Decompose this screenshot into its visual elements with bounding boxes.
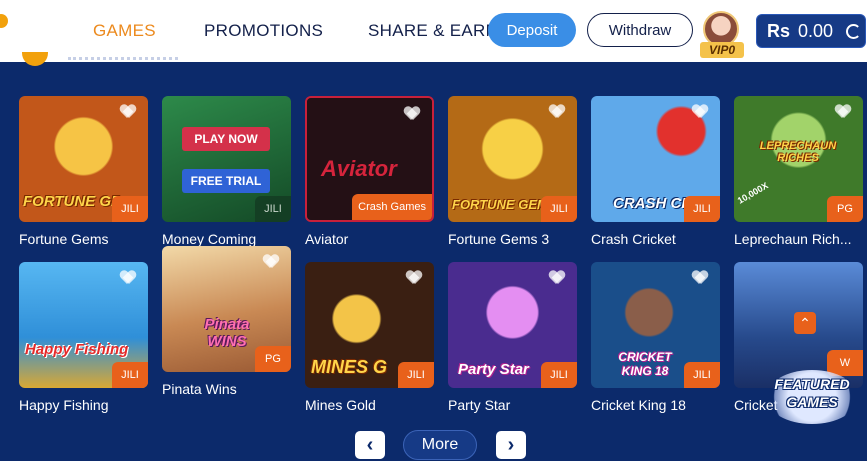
provider-tag: JILI [255,196,291,222]
game-art-title: CRICKET KING 18 [618,350,672,378]
play-now-button[interactable]: PLAY NOW [182,127,270,151]
game-card-fortune-gems-3[interactable]: FORTUNE GEMS JILI [448,96,577,222]
game-card-aviator[interactable]: Aviator Crash Games [305,96,434,222]
provider-tag: PG [255,346,291,372]
more-button[interactable]: More [403,430,477,460]
favorite-heart-icon[interactable] [835,105,851,119]
game-art-title: FORTUNE GE [23,193,122,210]
balance-display[interactable]: Rs 0.00 [756,14,866,48]
game-name[interactable]: Leprechaun Rich... [734,231,852,247]
balance-amount: 0.00 [798,20,834,41]
favorite-heart-icon[interactable] [549,271,565,285]
favorite-heart-icon[interactable] [263,255,279,269]
game-card-money-coming[interactable]: PLAY NOW FREE TRIAL JILI [162,96,291,222]
game-name[interactable]: Fortune Gems 3 [448,231,549,247]
game-name[interactable]: Crash Cricket [591,231,676,247]
favorite-heart-icon[interactable] [120,105,136,119]
provider-tag: Crash Games [352,194,432,220]
provider-tag: JILI [684,362,720,388]
refresh-icon[interactable] [846,24,861,39]
provider-tag: PG [827,196,863,222]
game-art-title: MINES G [311,357,388,377]
nav-tab-share-earn[interactable]: SHARE & EARN [368,21,498,41]
featured-badge-line2: GAMES [786,394,838,410]
provider-tag: JILI [541,362,577,388]
game-name[interactable]: Money Coming [162,231,256,247]
free-trial-button[interactable]: FREE TRIAL [182,169,270,193]
game-name[interactable]: Fortune Gems [19,231,108,247]
favorite-heart-icon[interactable] [404,107,420,121]
provider-tag: JILI [112,362,148,388]
game-art-title: Pinata WINS [204,316,250,350]
scroll-top-icon[interactable]: ⌃ [794,312,816,334]
game-card-party-star[interactable]: Party Star JILI [448,262,577,388]
game-art-title: Happy Fishing [25,341,129,358]
game-card-leprechaun-riches[interactable]: LEPRECHAUN RICHES 10,000X PG [734,96,863,222]
game-name[interactable]: Party Star [448,397,510,413]
provider-tag: JILI [398,362,434,388]
section-title [68,54,178,60]
game-card-mines-gold[interactable]: MINES G JILI [305,262,434,388]
nav-tab-promotions[interactable]: PROMOTIONS [204,21,323,41]
game-name[interactable]: Aviator [305,231,348,247]
game-name[interactable]: Mines Gold [305,397,376,413]
game-art-title: Party Star [458,361,529,378]
featured-badge-line1: FEATURED [774,376,850,392]
balance-currency: Rs [767,20,791,41]
provider-tag: JILI [112,196,148,222]
section-header [0,62,867,88]
favorite-heart-icon[interactable] [692,105,708,119]
game-name[interactable]: Cricket King 18 [591,397,686,413]
prev-page-button[interactable]: ‹ [355,431,385,459]
favorite-heart-icon[interactable] [692,271,708,285]
favorite-heart-icon[interactable] [406,271,422,285]
game-card-happy-fishing[interactable]: Happy Fishing JILI [19,262,148,388]
game-card-cricket-king-18[interactable]: CRICKET KING 18 JILI [591,262,720,388]
game-card-pinata-wins[interactable]: Pinata WINS PG [162,246,291,372]
favorite-heart-icon[interactable] [120,271,136,285]
game-name[interactable]: Pinata Wins [162,381,237,397]
provider-tag: JILI [684,196,720,222]
deposit-button[interactable]: Deposit [488,13,576,47]
vip-badge: VIP0 [700,42,744,58]
withdraw-button[interactable]: Withdraw [587,13,693,47]
favorite-heart-icon[interactable] [549,105,565,119]
logo-icon[interactable] [0,14,8,28]
game-card-crash-cricket[interactable]: CRASH CRICK JILI [591,96,720,222]
game-art-title: Aviator [321,156,397,181]
provider-tag: JILI [541,196,577,222]
next-page-button[interactable]: › [496,431,526,459]
game-card-fortune-gems[interactable]: FORTUNE GE JILI [19,96,148,222]
featured-games-badge[interactable]: FEATURED GAMES [766,370,858,424]
game-name[interactable]: Happy Fishing [19,397,109,413]
nav-tab-games[interactable]: GAMES [93,21,156,41]
game-art-title: LEPRECHAUN RICHES [759,140,837,164]
top-navigation-bar: GAMES PROMOTIONS SHARE & EARN Deposit Wi… [0,0,867,62]
